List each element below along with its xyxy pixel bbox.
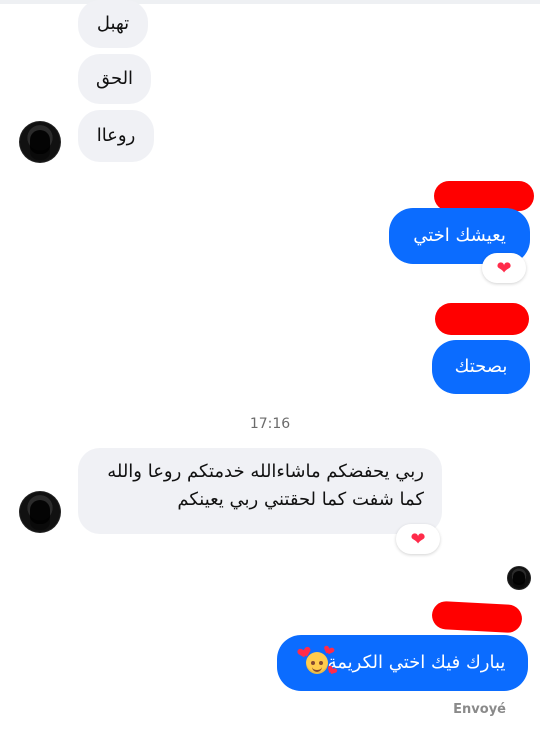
message-text: يبارك فيك اختي الكريمة (327, 652, 506, 673)
redaction-mark (434, 181, 534, 211)
incoming-message-bubble[interactable]: روعاا (78, 110, 154, 162)
incoming-message-bubble[interactable]: ربي يحفضكم ماشاءالله خدمتكم روعا والله ك… (78, 448, 442, 534)
contact-avatar[interactable] (19, 121, 61, 163)
message-text: تهبل (96, 13, 130, 34)
message-text: بصحتك (454, 356, 508, 377)
outgoing-message-bubble[interactable]: يبارك فيك اختي الكريمة (277, 635, 528, 691)
incoming-message-bubble[interactable]: الحق (78, 54, 151, 104)
seen-avatar (507, 566, 531, 590)
heart-icon: ❤ (410, 528, 426, 550)
heart-icon (298, 647, 310, 659)
redaction-mark (435, 303, 529, 335)
message-text: يعيشك اختي (413, 225, 506, 246)
message-timestamp: 17:16 (249, 416, 291, 432)
message-reaction[interactable]: ❤ (396, 524, 440, 554)
message-line: ربي يحفضكم ماشاءالله خدمتكم روعا والله (107, 461, 424, 482)
message-text: روعاا (96, 125, 136, 146)
contact-avatar[interactable] (19, 491, 61, 533)
smiling-face-with-hearts-icon (305, 652, 328, 674)
message-text: الحق (95, 68, 134, 89)
messenger-chat-screen: تهبل الحق روعاا يعيشك اختي ❤ بصحتك 17:16… (0, 0, 540, 755)
incoming-message-bubble[interactable]: تهبل (78, 0, 148, 48)
message-reaction[interactable]: ❤ (482, 253, 526, 283)
outgoing-message-bubble[interactable]: بصحتك (432, 340, 530, 394)
redaction-mark (431, 600, 523, 634)
message-status: Envoyé (453, 702, 506, 717)
heart-icon: ❤ (496, 257, 512, 279)
top-divider (0, 0, 540, 4)
message-line: كما شفت كما لحقتني ربي يعينكم (177, 489, 424, 510)
